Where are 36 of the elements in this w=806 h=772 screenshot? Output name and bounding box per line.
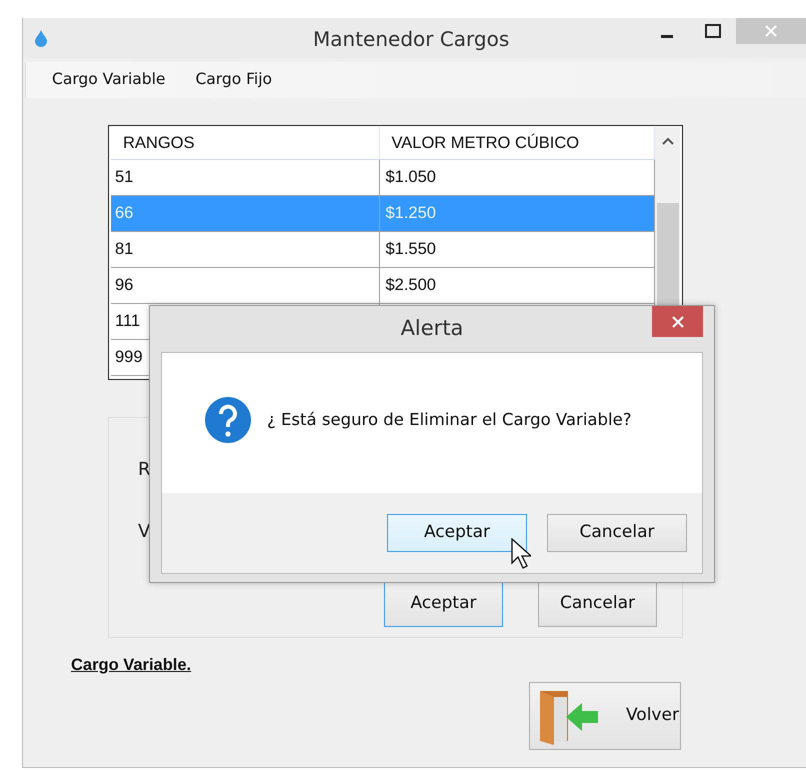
maximize-icon xyxy=(705,24,721,38)
dialog-button[interactable]: Cancelar xyxy=(547,514,687,552)
table-cell-text: 51 xyxy=(115,167,134,188)
dialog-title: Alerta xyxy=(400,315,464,342)
section-label: Cargo Variable. xyxy=(71,655,192,676)
menu-item[interactable]: Cargo Fijo xyxy=(195,68,272,92)
back-button[interactable]: Volver xyxy=(529,682,681,750)
form-button[interactable]: Cancelar xyxy=(538,581,657,627)
close-icon xyxy=(764,24,778,38)
table-cell-text: 96 xyxy=(115,275,134,296)
menu-item[interactable]: Cargo Variable xyxy=(52,68,166,92)
dialog-message: ¿ Está seguro de Eliminar el Cargo Variable? xyxy=(267,408,632,431)
close-icon xyxy=(670,314,684,328)
column-header[interactable]: VALOR METRO CÚBICO xyxy=(380,127,655,160)
table-cell-text: $1.050 xyxy=(386,167,436,188)
close-button[interactable] xyxy=(652,306,703,337)
minimize-icon xyxy=(661,34,673,38)
table-cell-text: $2.500 xyxy=(386,275,436,296)
table-row[interactable]: 96 $2.500 xyxy=(111,268,655,304)
question-icon xyxy=(205,397,251,443)
dialog-button[interactable]: Aceptar xyxy=(387,514,527,552)
table-row[interactable]: 81 $1.550 xyxy=(111,232,655,268)
form-button[interactable]: Aceptar xyxy=(384,581,503,627)
table-cell-text: 999 xyxy=(115,347,143,368)
field-label: V xyxy=(138,522,150,542)
column-header[interactable]: RANGOS xyxy=(111,127,380,160)
table-cell-text: $1.250 xyxy=(386,203,436,224)
water-drop-icon xyxy=(34,29,48,47)
table-cell-text: $1.550 xyxy=(386,239,436,260)
scroll-up-icon[interactable] xyxy=(662,137,674,145)
field-label: R xyxy=(138,460,151,480)
table-cell-text: 81 xyxy=(115,239,134,260)
table-cell-text: 111 xyxy=(115,311,140,332)
cursor-icon xyxy=(511,538,531,570)
table-cell-text: 66 xyxy=(115,203,134,224)
window-title: Mantenedor Cargos xyxy=(313,26,510,53)
